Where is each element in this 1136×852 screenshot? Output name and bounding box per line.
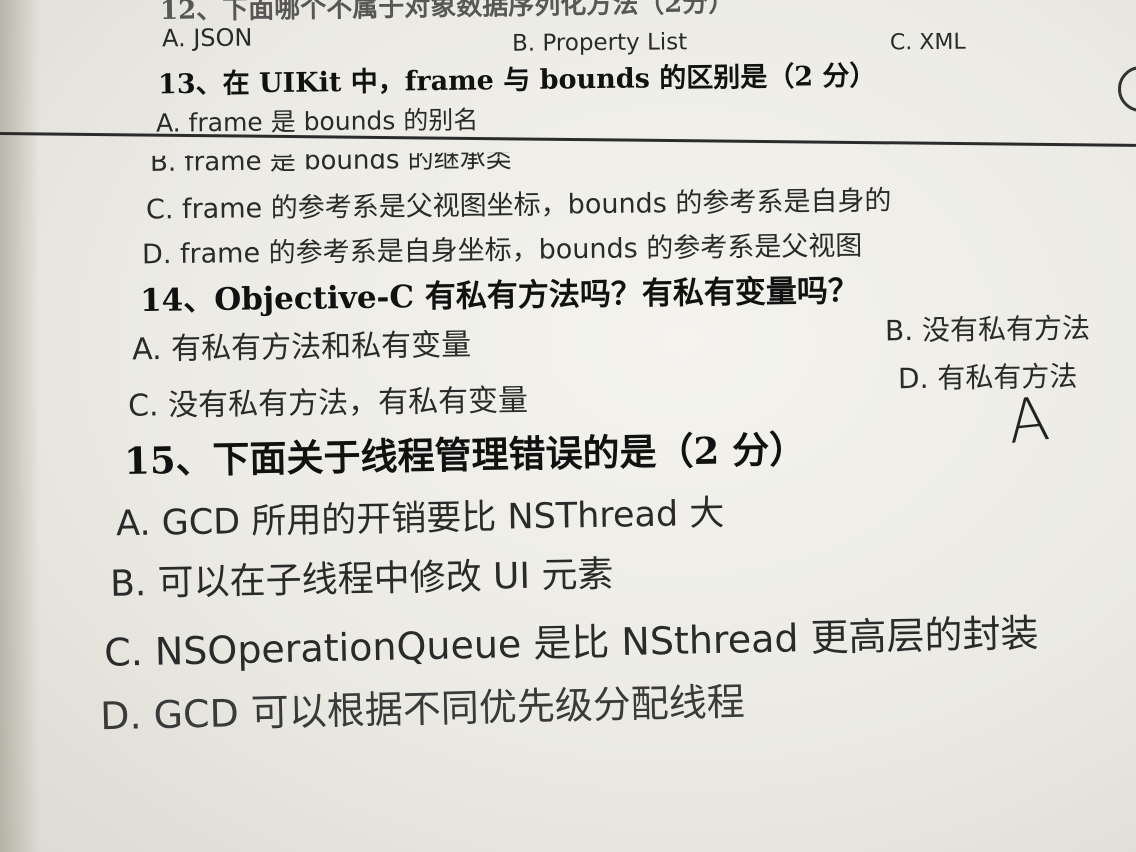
q12-option-b: B. Property List [511,29,688,57]
handwritten-answer: A [1004,384,1053,458]
q14-option-b: B. 没有私有方法 [884,311,1091,348]
paper-shadow [0,0,40,852]
q15-option-a: A. GCD 所用的开销要比 NSThread 大 [115,493,725,545]
q12-option-a: A. JSON [161,23,253,53]
q14-option-c: C. 没有私有方法，有私有变量 [127,383,529,424]
q12-option-c: C. XML [889,29,966,56]
q15-option-b: B. 可以在子线程中修改 UI 元素 [109,554,614,605]
q14-option-d: D. 有私有方法 [897,359,1078,396]
q14-option-a: A. 有私有方法和私有变量 [131,327,472,368]
